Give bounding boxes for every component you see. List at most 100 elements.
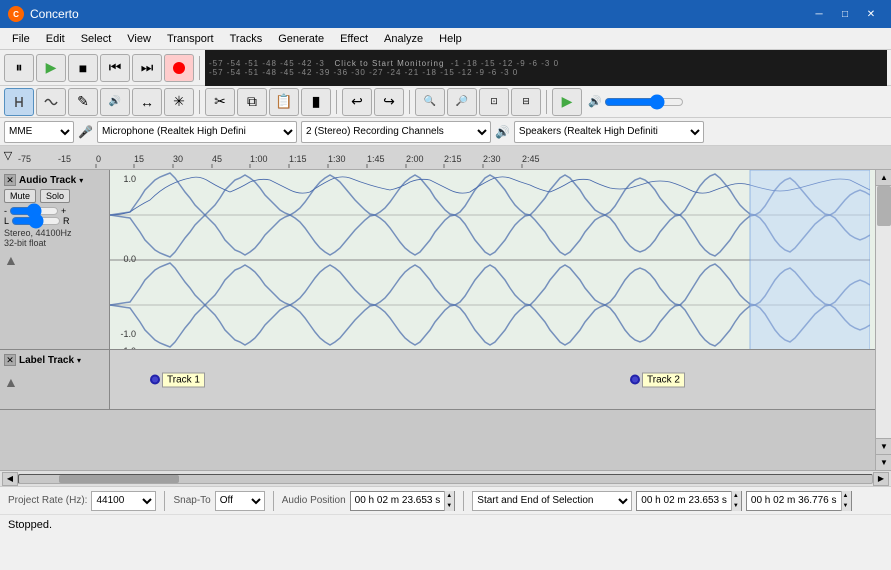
- spin-down2[interactable]: ▼: [731, 501, 741, 511]
- scroll-left-button[interactable]: ◀: [2, 472, 18, 486]
- spin-up3[interactable]: ▲: [841, 491, 851, 501]
- audio-position-spinner[interactable]: ▲ ▼: [444, 491, 454, 511]
- selection-type-select[interactable]: Start and End of Selection: [472, 491, 632, 511]
- audio-track-waveform[interactable]: 1.0 0.0 -1.0 1.0 0.0 -1.0: [110, 170, 875, 349]
- pan-right: R: [63, 216, 70, 226]
- label-track-expand[interactable]: ▲: [4, 374, 18, 390]
- play-green-button[interactable]: ▶: [552, 88, 582, 116]
- track-expand-button[interactable]: ▲: [4, 252, 18, 268]
- pan-row: L R: [4, 216, 105, 226]
- stop-button[interactable]: ■: [68, 54, 98, 82]
- spin-up2[interactable]: ▲: [731, 491, 741, 501]
- zoom-fit-button[interactable]: ⊡: [479, 88, 509, 116]
- maximize-button[interactable]: □: [833, 5, 857, 23]
- menu-transport[interactable]: Transport: [159, 31, 222, 47]
- label-marker-2: Track 2: [630, 372, 685, 387]
- hscroll-track[interactable]: [18, 474, 873, 484]
- play-button[interactable]: ▶: [36, 54, 66, 82]
- label-track-waveform[interactable]: Track 1 Track 2: [110, 350, 875, 409]
- hscroll-thumb[interactable]: [59, 475, 179, 483]
- spin-down[interactable]: ▼: [444, 501, 454, 511]
- transport-toolbar: ⏸ ▶ ■ ⏮ ⏭ -57 -54 -51 -48 -45 -42 -3 Cli…: [0, 50, 891, 86]
- menu-generate[interactable]: Generate: [270, 31, 332, 47]
- timeline-ruler[interactable]: ▽ -75 -15 0 15 30 45 1:00 1:15 1:30 1:45…: [0, 146, 891, 170]
- skip-start-button[interactable]: ⏮: [100, 54, 130, 82]
- channels-select[interactable]: 2 (Stereo) Recording Channels: [301, 121, 491, 143]
- menu-file[interactable]: File: [4, 31, 38, 47]
- svg-text:1:30: 1:30: [328, 154, 346, 164]
- timeline-left-arrow[interactable]: ▽: [0, 146, 16, 167]
- project-rate-select[interactable]: 44100: [91, 491, 156, 511]
- audio-position-group: Audio Position 00 h 02 m 23.653 s ▲ ▼: [282, 491, 456, 511]
- zoom-in-button[interactable]: 🔍: [415, 88, 445, 116]
- pan-slider[interactable]: [11, 216, 61, 226]
- label-text-2[interactable]: Track 2: [642, 372, 685, 387]
- vu-meter-area[interactable]: -57 -54 -51 -48 -45 -42 -3 Click to Star…: [205, 50, 887, 86]
- menu-effect[interactable]: Effect: [332, 31, 376, 47]
- selection-start-field[interactable]: 00 h 02 m 23.653 s ▲ ▼: [636, 491, 742, 511]
- audio-position-label: Audio Position: [282, 495, 346, 506]
- app-title: Concerto: [30, 7, 807, 21]
- minimize-button[interactable]: ─: [807, 5, 831, 23]
- copy-button[interactable]: ⧉: [237, 88, 267, 116]
- api-select[interactable]: MME: [4, 121, 74, 143]
- cut-button[interactable]: ✂: [205, 88, 235, 116]
- speaker-select[interactable]: Speakers (Realtek High Definiti: [514, 121, 704, 143]
- draw-tool[interactable]: ✎: [68, 88, 98, 116]
- scroll-track[interactable]: [876, 186, 891, 438]
- timeshift-tool[interactable]: ↔: [132, 88, 162, 116]
- paste-button[interactable]: 📋: [269, 88, 299, 116]
- horizontal-scrollbar[interactable]: ◀ ▶: [0, 470, 891, 486]
- multitool[interactable]: ✳: [164, 88, 194, 116]
- selection-end-spinner[interactable]: ▲ ▼: [841, 491, 851, 511]
- vu-scale-top: -57 -54 -51 -48 -45 -42 -3 Click to Star…: [209, 59, 883, 68]
- label-track-menu[interactable]: ▾: [77, 356, 81, 365]
- sep1: [164, 491, 165, 511]
- menu-help[interactable]: Help: [431, 31, 470, 47]
- undo-button[interactable]: ↩: [342, 88, 372, 116]
- audio-position-field[interactable]: 00 h 02 m 23.653 s ▲ ▼: [350, 491, 456, 511]
- envelope-tool[interactable]: [36, 88, 66, 116]
- menu-edit[interactable]: Edit: [38, 31, 73, 47]
- zoom-tool[interactable]: 🔊: [100, 88, 130, 116]
- trim-button[interactable]: ▐▌: [301, 88, 331, 116]
- separator2: [199, 90, 200, 114]
- scroll-down-button2[interactable]: ▼: [876, 454, 891, 470]
- scroll-down-button[interactable]: ▼: [876, 438, 891, 454]
- mic-select[interactable]: Microphone (Realtek High Defini: [97, 121, 297, 143]
- menu-tracks[interactable]: Tracks: [222, 31, 271, 47]
- label-text-1[interactable]: Track 1: [162, 372, 205, 387]
- audio-track-close[interactable]: ✕: [4, 174, 16, 186]
- solo-button[interactable]: Solo: [40, 189, 70, 203]
- menu-select[interactable]: Select: [73, 31, 120, 47]
- spin-down3[interactable]: ▼: [841, 501, 851, 511]
- redo-button[interactable]: ↪: [374, 88, 404, 116]
- snap-to-select[interactable]: Off: [215, 491, 265, 511]
- selection-start-spinner[interactable]: ▲ ▼: [731, 491, 741, 511]
- vertical-scrollbar[interactable]: ▲ ▼ ▼: [875, 170, 891, 470]
- speaker-icon: 🔊: [588, 95, 602, 108]
- selection-tool[interactable]: [4, 88, 34, 116]
- svg-text:1:15: 1:15: [289, 154, 307, 164]
- svg-text:1:00: 1:00: [250, 154, 268, 164]
- menu-view[interactable]: View: [119, 31, 159, 47]
- menu-analyze[interactable]: Analyze: [376, 31, 431, 47]
- titlebar: C Concerto ─ □ ✕: [0, 0, 891, 28]
- skip-end-button[interactable]: ⏭: [132, 54, 162, 82]
- audio-track: ✕ Audio Track ▾ Mute Solo - + L R: [0, 170, 875, 350]
- audio-track-menu[interactable]: ▾: [79, 176, 83, 185]
- spin-up[interactable]: ▲: [444, 491, 454, 501]
- mute-button[interactable]: Mute: [4, 189, 36, 203]
- scroll-right-button[interactable]: ▶: [873, 472, 889, 486]
- zoom-out-button[interactable]: 🔎: [447, 88, 477, 116]
- scroll-thumb[interactable]: [877, 186, 891, 226]
- scroll-up-button[interactable]: ▲: [876, 170, 891, 186]
- selection-end-field[interactable]: 00 h 02 m 36.776 s ▲ ▼: [746, 491, 852, 511]
- pause-button[interactable]: ⏸: [4, 54, 34, 82]
- label-track-close[interactable]: ✕: [4, 354, 16, 366]
- output-volume-slider[interactable]: [604, 96, 684, 108]
- record-button[interactable]: [164, 54, 194, 82]
- zoom-sel-button[interactable]: ⊟: [511, 88, 541, 116]
- selection-end-value: 00 h 02 m 36.776 s: [747, 495, 841, 506]
- close-button[interactable]: ✕: [859, 5, 883, 23]
